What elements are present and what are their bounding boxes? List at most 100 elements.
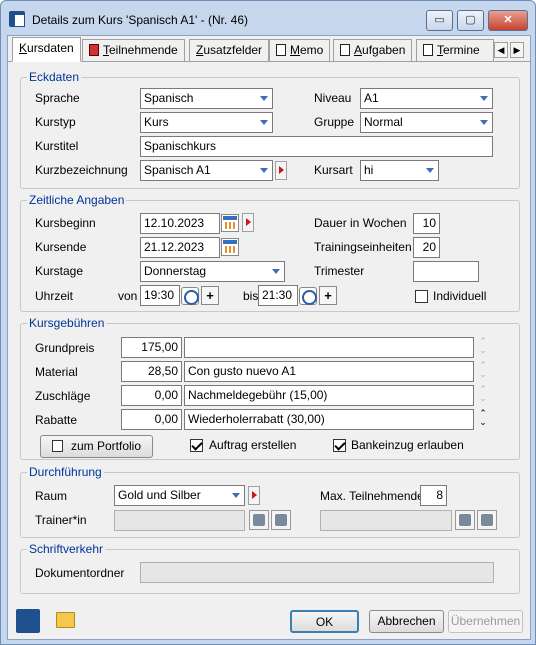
raum-label: Raum xyxy=(35,489,68,503)
close-button[interactable]: ✕ xyxy=(488,10,528,31)
chevron-down-icon xyxy=(272,269,280,274)
dokumentordner-label: Dokumentordner xyxy=(35,566,125,580)
bis-label: bis xyxy=(243,289,259,303)
raum-select[interactable]: Gold und Silber xyxy=(114,485,245,506)
group-legend: Durchführung xyxy=(27,465,104,479)
grundpreis-label: Grundpreis xyxy=(35,341,95,355)
grundpreis-text[interactable] xyxy=(184,337,474,358)
trainer-select-icon[interactable] xyxy=(455,510,475,530)
uhrzeit-label: Uhrzeit xyxy=(35,289,74,303)
chevron-down-icon xyxy=(232,493,240,498)
kursbeginn-input[interactable]: 12.10.2023 xyxy=(140,213,220,234)
rabatte-amount[interactable]: 0,00 xyxy=(121,409,182,430)
material-label: Material xyxy=(35,365,78,379)
kursart-label: Kursart xyxy=(314,163,353,177)
tab-scroll-right[interactable]: ▶ xyxy=(510,42,524,58)
kurzbezeichnung-select[interactable]: Spanisch A1 xyxy=(140,160,273,181)
tab-scroll-left[interactable]: ◀ xyxy=(494,42,508,58)
individuell-label: Individuell xyxy=(433,289,487,303)
group-legend: Schriftverkehr xyxy=(27,542,106,556)
rabatte-label: Rabatte xyxy=(35,413,78,427)
von-label: von xyxy=(118,289,138,303)
max-teilnehmende-input[interactable]: 8 xyxy=(420,485,447,506)
trainer-remove-icon[interactable] xyxy=(271,510,291,530)
kursbeginn-jump-button[interactable] xyxy=(242,213,254,232)
calendar-icon xyxy=(423,44,433,56)
kurzbezeichnung-jump-button[interactable] xyxy=(275,161,287,180)
rabatte-text[interactable]: Wiederholerrabatt (30,00) xyxy=(184,409,474,430)
chevron-down-icon xyxy=(260,96,268,101)
training-input[interactable]: 20 xyxy=(413,237,440,258)
tab-kursdaten[interactable]: Kursdaten xyxy=(12,37,81,62)
uebernehmen-button[interactable]: Übernehmen xyxy=(448,610,523,633)
raum-jump-button[interactable] xyxy=(248,486,260,505)
dokumentordner-input xyxy=(140,562,494,583)
clock-icon[interactable] xyxy=(299,287,317,305)
bis-time-input[interactable]: 21:30 xyxy=(258,285,298,306)
tab-teilnehmende[interactable]: Teilnehmende xyxy=(82,39,185,61)
kursbeginn-label: Kursbeginn xyxy=(35,216,96,230)
kursende-input[interactable]: 21.12.2023 xyxy=(140,237,220,258)
rabatte-spinner[interactable]: ⌃ ⌄ xyxy=(478,409,488,430)
network-icon[interactable] xyxy=(16,609,40,633)
bankeinzug-checkbox[interactable] xyxy=(333,439,346,452)
portfolio-icon xyxy=(51,440,63,452)
calendar-icon[interactable] xyxy=(221,238,239,256)
kursende-label: Kursende xyxy=(35,240,87,254)
kurstage-select[interactable]: Donnerstag xyxy=(140,261,285,282)
trimester-label: Trimester xyxy=(314,264,365,278)
group-legend: Zeitliche Angaben xyxy=(27,193,127,207)
kurstyp-select[interactable]: Kurs xyxy=(140,112,273,133)
auftrag-checkbox[interactable] xyxy=(190,439,203,452)
chevron-down-icon xyxy=(480,96,488,101)
kurstyp-label: Kurstyp xyxy=(35,115,76,129)
tab-bar: Kursdaten Teilnehmende Zusatzfelder Memo… xyxy=(8,36,530,62)
dauer-input[interactable]: 10 xyxy=(413,213,440,234)
sprache-select[interactable]: Spanisch xyxy=(140,88,273,109)
minimize-button[interactable]: ▭ xyxy=(426,10,453,31)
tab-termine[interactable]: Termine xyxy=(416,39,494,61)
chevron-down-icon xyxy=(260,168,268,173)
ok-button[interactable]: OK xyxy=(290,610,359,633)
chevron-down-icon xyxy=(426,168,434,173)
von-time-input[interactable]: 19:30 xyxy=(140,285,180,306)
group-schriftverkehr: Schriftverkehr Dokumentordner xyxy=(20,542,520,594)
niveau-select[interactable]: A1 xyxy=(360,88,493,109)
trainer-select-icon[interactable] xyxy=(249,510,269,530)
zuschlaege-text[interactable]: Nachmeldegebühr (15,00) xyxy=(184,385,474,406)
grundpreis-amount[interactable]: 175,00 xyxy=(121,337,182,358)
bis-plus-button[interactable]: + xyxy=(319,286,337,305)
calendar-icon[interactable] xyxy=(221,214,239,232)
group-eckdaten: Eckdaten Sprache Spanisch Niveau A1 Kurs… xyxy=(20,70,520,189)
restore-button[interactable]: ▢ xyxy=(457,10,484,31)
training-label: Trainingseinheiten xyxy=(314,240,412,254)
material-text[interactable]: Con gusto nuevo A1 xyxy=(184,361,474,382)
kursart-select[interactable]: hi xyxy=(360,160,439,181)
kurstage-label: Kurstage xyxy=(35,264,84,278)
material-amount[interactable]: 28,50 xyxy=(121,361,182,382)
trainer-label: Trainer*in xyxy=(35,513,87,527)
zum-portfolio-button[interactable]: zum Portfolio xyxy=(40,435,153,458)
tab-memo[interactable]: Memo xyxy=(269,39,331,61)
folder-icon[interactable] xyxy=(56,612,75,628)
tab-zusatzfelder[interactable]: Zusatzfelder xyxy=(189,39,270,61)
dialog-client: Kursdaten Teilnehmende Zusatzfelder Memo… xyxy=(7,35,531,640)
app-icon xyxy=(9,11,25,27)
grundpreis-spinner[interactable]: ⌃ ⌄ xyxy=(478,337,488,358)
group-zeitliche-angaben: Zeitliche Angaben Kursbeginn 12.10.2023 … xyxy=(20,193,520,312)
group-legend: Kursgebühren xyxy=(27,316,107,330)
abbrechen-button[interactable]: Abbrechen xyxy=(369,610,444,633)
kurstitel-label: Kurstitel xyxy=(35,139,79,153)
kurstitel-input[interactable]: Spanischkurs xyxy=(140,136,493,157)
tab-aufgaben[interactable]: Aufgaben xyxy=(333,39,413,61)
trainer-remove-icon[interactable] xyxy=(477,510,497,530)
zuschlaege-amount[interactable]: 0,00 xyxy=(121,385,182,406)
clock-icon[interactable] xyxy=(181,287,199,305)
von-plus-button[interactable]: + xyxy=(201,286,219,305)
gruppe-select[interactable]: Normal xyxy=(360,112,493,133)
trimester-input[interactable] xyxy=(413,261,479,282)
task-icon xyxy=(340,44,350,56)
individuell-checkbox[interactable] xyxy=(415,290,428,303)
material-spinner[interactable]: ⌃ ⌄ xyxy=(478,361,488,382)
zuschlaege-spinner[interactable]: ⌃ ⌄ xyxy=(478,385,488,406)
